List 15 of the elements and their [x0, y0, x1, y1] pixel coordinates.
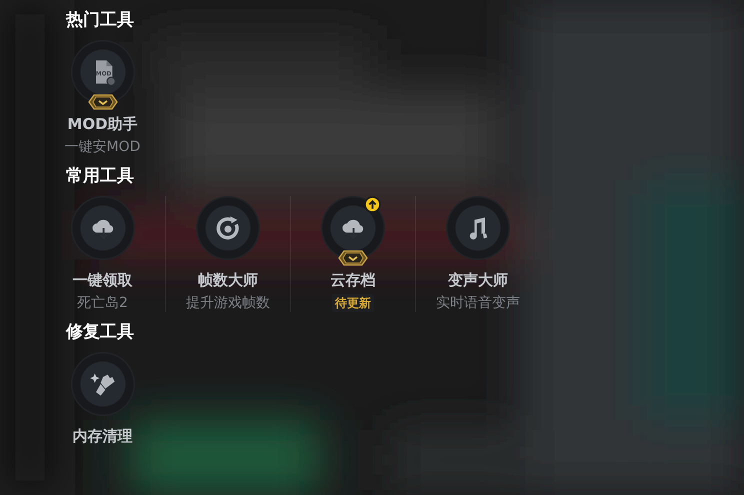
tool-name: 帧数大师 — [198, 270, 258, 290]
section-title: 修复工具 — [66, 321, 135, 344]
tool-subtitle: 一键安MOD — [64, 138, 140, 156]
tool-name: 云存档 — [330, 270, 376, 290]
tool-name: 变声大师 — [448, 270, 508, 290]
tool-subtitle: 提升游戏帧数 — [186, 294, 270, 312]
tool-subtitle: 死亡岛2 — [77, 294, 128, 312]
status-label: 待更新 — [332, 294, 374, 312]
section-title: 热门工具 — [66, 9, 135, 32]
refresh-gauge-icon — [214, 214, 242, 242]
section-title: 常用工具 — [66, 165, 135, 188]
tool-name: MOD助手 — [67, 114, 138, 134]
tool-subtitle: 实时语音变声 — [436, 294, 520, 312]
tool-name: 内存清理 — [72, 426, 132, 446]
tool-name: 一键领取 — [72, 270, 132, 290]
